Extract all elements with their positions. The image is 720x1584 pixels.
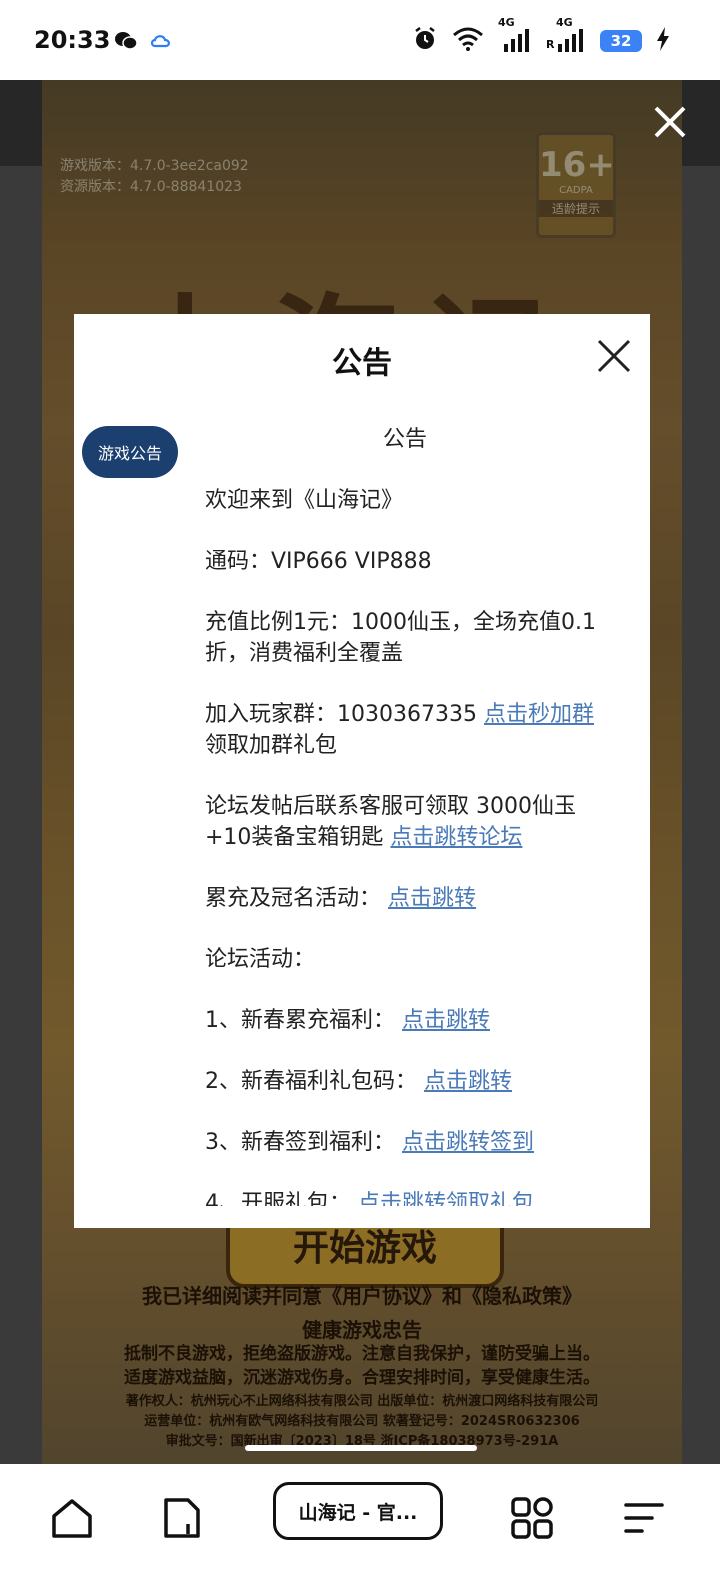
current-tab-pill[interactable]: 山海记 - 官...	[273, 1482, 443, 1540]
forum-paragraph: 论坛发帖后联系客服可领取 3000仙玉 +10装备宝箱钥匙 点击跳转论坛	[205, 791, 605, 853]
browser-bottom-nav: 山海记 - 官...	[0, 1464, 720, 1584]
status-system-icons: 4G R 4G 32	[412, 16, 670, 56]
pages-icon[interactable]	[160, 1496, 204, 1540]
join-group-link[interactable]: 点击秒加群	[484, 702, 594, 727]
close-icon[interactable]	[596, 338, 632, 374]
roaming-indicator: R	[546, 38, 555, 51]
activity-item-text: 2、新春福利礼包码：	[205, 1069, 417, 1094]
activity-item-text: 1、新春累充福利：	[205, 1008, 395, 1033]
welcome-text: 欢迎来到《山海记》	[205, 488, 404, 513]
cumulative-paragraph: 累充及冠名活动： 点击跳转	[205, 883, 605, 914]
home-indicator	[245, 1445, 477, 1451]
alarm-icon	[412, 26, 438, 56]
status-notification-icons	[114, 30, 172, 56]
close-game-icon[interactable]	[650, 102, 690, 142]
battery-indicator: 32	[600, 30, 642, 52]
home-icon[interactable]	[50, 1496, 94, 1540]
activity-item-link[interactable]: 点击跳转领取礼包	[358, 1191, 534, 1206]
status-bar: 20:33 4G R 4G 32	[0, 0, 720, 80]
announcement-content[interactable]: 公告 欢迎来到《山海记》 通码：VIP666 VIP888 充值比例1元：100…	[205, 406, 605, 1206]
recharge-text: 充值比例1元：1000仙玉，全场充值0.1折，消费福利全覆盖	[205, 610, 596, 666]
apps-grid-icon[interactable]	[510, 1496, 554, 1540]
activity-item-text: 4、开服礼包：	[205, 1191, 351, 1206]
group-text: 加入玩家群：1030367335	[205, 702, 484, 727]
menu-icon[interactable]	[622, 1496, 666, 1540]
cumulative-text: 累充及冠名活动：	[205, 886, 382, 911]
activity-item-text: 3、新春签到福利：	[205, 1130, 395, 1155]
group-paragraph: 加入玩家群：1030367335 点击秒加群 领取加群礼包	[205, 699, 605, 761]
forum-link[interactable]: 点击跳转论坛	[390, 825, 522, 850]
activity-item-4: 4、开服礼包： 点击跳转领取礼包	[205, 1188, 605, 1206]
network-type-1: 4G	[498, 16, 515, 29]
activity-item-3: 3、新春签到福利： 点击跳转签到	[205, 1127, 605, 1158]
activity-item-link[interactable]: 点击跳转	[402, 1008, 490, 1033]
network-type-2: 4G	[556, 16, 573, 29]
tab-game-announcement[interactable]: 游戏公告	[82, 426, 178, 478]
content-heading: 公告	[382, 427, 427, 452]
charging-icon	[656, 27, 670, 55]
activity-item-link[interactable]: 点击跳转签到	[402, 1130, 534, 1155]
signal-1-icon: 4G	[498, 16, 532, 56]
codes-text: 通码：VIP666 VIP888	[205, 549, 432, 574]
wifi-icon	[452, 27, 484, 55]
group-suffix: 领取加群礼包	[205, 733, 338, 758]
status-time: 20:33	[34, 26, 111, 54]
wechat-icon	[114, 30, 138, 56]
forum-activity-text: 论坛活动：	[205, 947, 316, 972]
cumulative-link[interactable]: 点击跳转	[388, 886, 476, 911]
activity-item-link[interactable]: 点击跳转	[424, 1069, 512, 1094]
signal-2-icon: R 4G	[546, 16, 586, 56]
activity-item-2: 2、新春福利礼包码： 点击跳转	[205, 1066, 605, 1097]
modal-title: 公告	[332, 346, 392, 381]
cloud-icon	[150, 33, 172, 53]
activity-item-1: 1、新春累充福利： 点击跳转	[205, 1005, 605, 1036]
announcement-modal: 公告 游戏公告 公告 欢迎来到《山海记》 通码：VIP666 VIP888 充值…	[74, 314, 650, 1228]
